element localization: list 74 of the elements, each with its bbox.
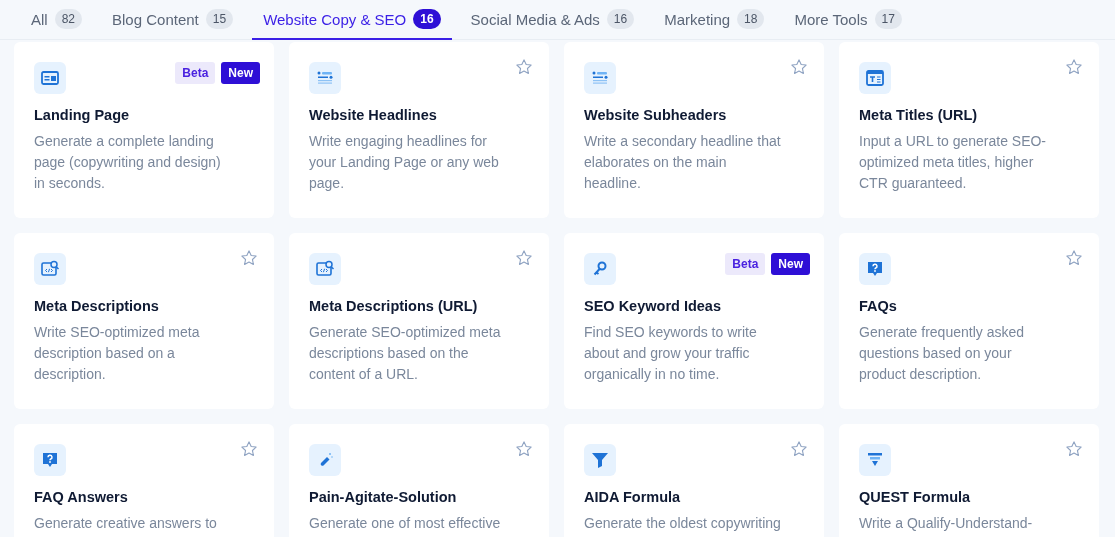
category-tab[interactable]: Blog Content 15 [101, 0, 245, 40]
category-tab[interactable]: Website Copy & SEO 16 [252, 0, 452, 40]
tool-card[interactable]: Beta New Landing Page Generate a complete landing page (copywriting and design) in seconds. [14, 42, 274, 218]
tool-card[interactable]: Beta New SEO Keyword Ideas Find SEO keywords to write about and grow your traffic organically in no time. [564, 233, 824, 409]
tool-card[interactable]: Meta Descriptions Write SEO-optimized meta description based on a description. [14, 233, 274, 409]
tool-description: Write SEO-optimized meta description based on a description. [34, 323, 201, 384]
beta-badge: Beta [725, 253, 766, 275]
title-icon [859, 62, 891, 94]
tool-title: FAQ Answers [34, 489, 129, 505]
star-icon[interactable] [515, 440, 533, 458]
star-icon[interactable] [1065, 249, 1083, 267]
tool-card[interactable]: Meta Titles (URL) Input a URL to generate SEO-optimized meta titles, higher CTR guaranteed. [839, 42, 1099, 218]
count-badge: 15 [205, 9, 234, 29]
tool-description: Generate frequently asked questions based on your product description. [859, 323, 1025, 384]
count-badge: 17 [874, 9, 902, 29]
tool-card[interactable]: Pain-Agitate-Solution Generate one of most effective [289, 424, 549, 537]
tool-title: Meta Titles (URL) [859, 107, 979, 123]
list-icon [584, 62, 616, 94]
tool-title: Meta Descriptions [34, 298, 160, 314]
star-icon[interactable] [240, 440, 258, 458]
category-tab[interactable]: Social Media & Ads 16 [459, 0, 646, 40]
tool-title: FAQs [859, 298, 898, 314]
tool-description: Generate SEO-optimized meta descriptions based on the content of a URL. [309, 323, 502, 384]
tool-description: Generate the oldest copywriting [584, 514, 782, 533]
tool-description: Write a secondary headline that elaborates on the main headline. [584, 132, 782, 193]
code-search-icon [309, 253, 341, 285]
category-tab[interactable]: Marketing 18 [653, 0, 776, 40]
tool-card[interactable]: Website Headlines Write engaging headlines for your Landing Page or any web page. [289, 42, 549, 218]
test-tube-icon [309, 444, 341, 476]
tool-description: Generate creative answers to [34, 514, 218, 533]
tool-description: Generate one of most effective [309, 514, 502, 533]
layers-icon [859, 444, 891, 476]
tool-title: Website Subheaders [584, 107, 728, 123]
new-badge: New [221, 62, 260, 84]
star-icon[interactable] [790, 58, 808, 76]
tool-card[interactable]: FAQ Answers Generate creative answers to [14, 424, 274, 537]
count-badge: 16 [606, 9, 635, 29]
beta-badge: Beta [175, 62, 216, 84]
star-icon[interactable] [515, 249, 533, 267]
count-badge: 16 [413, 9, 441, 29]
tool-title: SEO Keyword Ideas [584, 298, 722, 314]
new-badge: New [771, 253, 810, 275]
tool-description: Write engaging headlines for your Landing Page or any web page. [309, 132, 500, 193]
tool-card[interactable]: Website Subheaders Write a secondary headline that elaborates on the main headline. [564, 42, 824, 218]
key-icon [584, 253, 616, 285]
tool-title: Pain-Agitate-Solution [309, 489, 458, 505]
tool-title: Meta Descriptions (URL) [309, 298, 479, 314]
tool-card[interactable]: AIDA Formula Generate the oldest copywriting [564, 424, 824, 537]
tool-description: Input a URL to generate SEO-optimized meta titles, higher CTR guaranteed. [859, 132, 1048, 193]
tool-title: AIDA Formula [584, 489, 682, 505]
tool-card[interactable]: FAQs Generate frequently asked questions based on your product description. [839, 233, 1099, 409]
star-icon[interactable] [240, 249, 258, 267]
question-icon [859, 253, 891, 285]
star-icon[interactable] [790, 440, 808, 458]
tool-title: QUEST Formula [859, 489, 972, 505]
list-icon [309, 62, 341, 94]
funnel-icon [584, 444, 616, 476]
star-icon[interactable] [1065, 58, 1083, 76]
tool-description: Find SEO keywords to write about and grow your traffic organically in no time. [584, 323, 758, 384]
tool-card[interactable]: Meta Descriptions (URL) Generate SEO-optimized meta descriptions based on the content of a URL. [289, 233, 549, 409]
tool-title: Website Headlines [309, 107, 438, 123]
code-search-icon [34, 253, 66, 285]
count-badge: 18 [737, 9, 765, 29]
tool-card[interactable]: QUEST Formula Write a Qualify-Understand- [839, 424, 1099, 537]
tool-description: Generate a complete landing page (copywriting and design) in seconds. [34, 132, 222, 193]
category-tab[interactable]: All 82 [20, 0, 94, 40]
layout-icon [34, 62, 66, 94]
tool-title: Landing Page [34, 107, 131, 123]
question-icon [34, 444, 66, 476]
tool-description: Write a Qualify-Understand- [859, 514, 1034, 533]
star-icon[interactable] [515, 58, 533, 76]
category-tab[interactable]: More Tools 17 [783, 0, 913, 40]
star-icon[interactable] [1065, 440, 1083, 458]
count-badge: 82 [54, 9, 83, 29]
